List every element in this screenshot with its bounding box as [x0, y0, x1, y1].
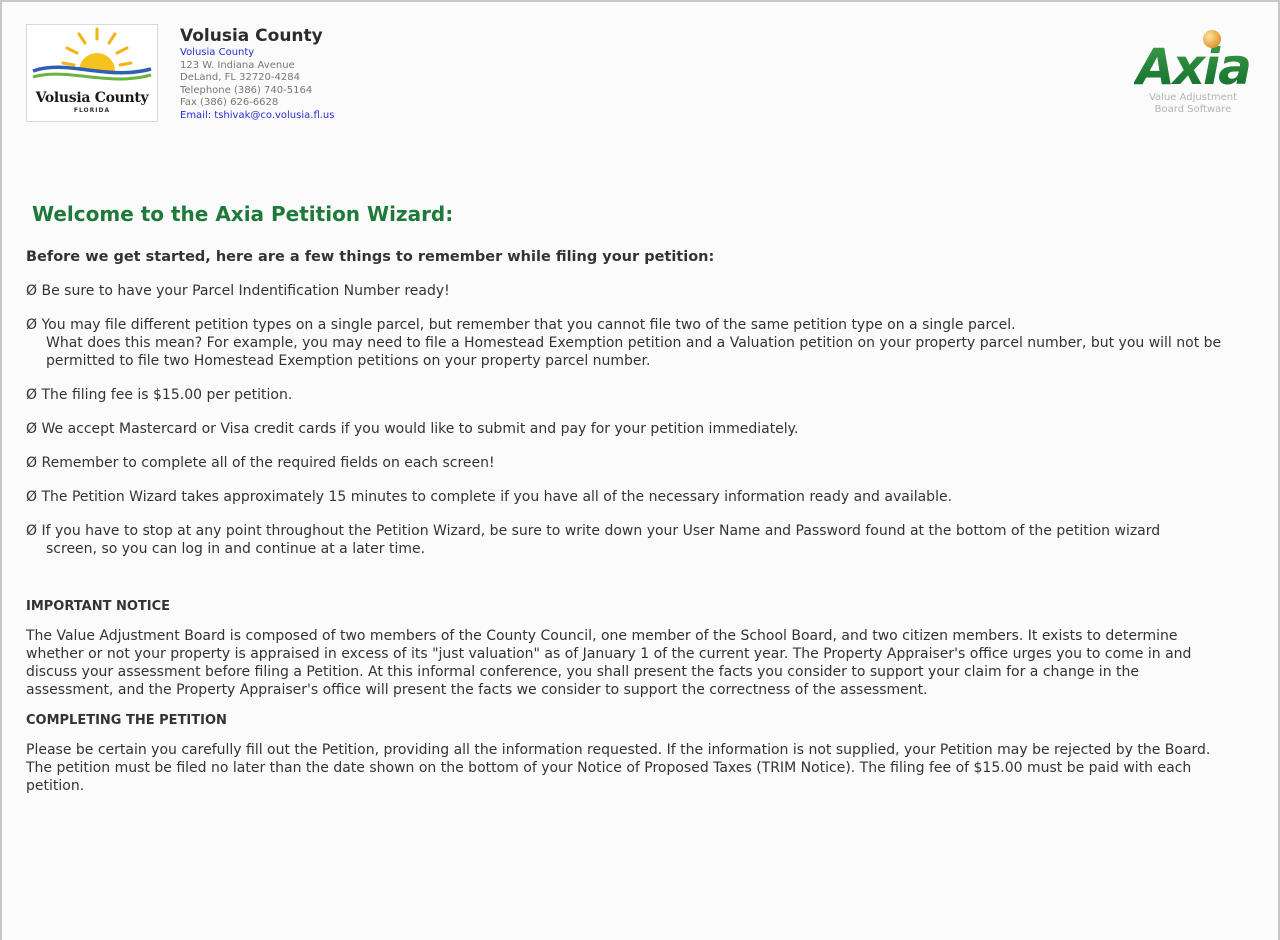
bullet-petition-types: Ø You may file different petition types … [26, 316, 1266, 370]
bullet-symbol: Ø [26, 455, 38, 471]
bullet-text: The Petition Wizard takes approximately … [41, 489, 953, 505]
notice-line: discuss your assessment before filing a … [26, 664, 1139, 680]
bullet-text: If you have to stop at any point through… [41, 523, 1161, 539]
bullet-detail-1: What does this mean? For example, you ma… [46, 335, 1222, 351]
important-notice-text: The Value Adjustment Board is composed o… [26, 627, 1266, 699]
completing-line: The petition must be filed no later than… [26, 760, 1192, 776]
telephone: Telephone (386) 740-5164 [180, 84, 313, 96]
logo-text: Volusia County [35, 90, 149, 106]
address-line-2: DeLand, FL 32720-4284 [180, 72, 300, 84]
county-name: Volusia County [180, 26, 323, 46]
wizard-instructions: Before we get started, here are a few th… [26, 248, 1266, 795]
bullet-symbol: Ø [26, 421, 38, 437]
axia-wordmark-text: Axia [1134, 38, 1250, 88]
page-frame: Volusia County FLORIDA Volusia County Vo… [0, 0, 1280, 940]
notice-line: whether or not your property is appraise… [26, 646, 1192, 662]
intro-text: Before we get started, here are a few th… [26, 249, 715, 265]
axia-tagline-1: Value Adjustment [1148, 92, 1238, 103]
axia-wordmark: Axia [1132, 30, 1252, 96]
bullet-required-fields: Ø Remember to complete all of the requir… [26, 454, 1266, 472]
email-link[interactable]: Email: tshivak@co.volusia.fl.us [180, 110, 334, 123]
notice-line: The Value Adjustment Board is composed o… [26, 628, 1178, 644]
bullet-symbol: Ø [26, 317, 38, 333]
county-contact-block: Volusia County Volusia County 123 W. Ind… [180, 26, 334, 123]
completing-petition-text: Please be certain you carefully fill out… [26, 741, 1266, 795]
bullet-symbol: Ø [26, 283, 38, 299]
notice-line: assessment, and the Property Appraiser's… [26, 682, 928, 698]
address-line-1: 123 W. Indiana Avenue [180, 59, 295, 71]
bullet-symbol: Ø [26, 523, 38, 539]
bullet-stop-and-resume: Ø If you have to stop at any point throu… [26, 522, 1266, 558]
volusia-county-logo: Volusia County FLORIDA [26, 24, 158, 122]
bullet-symbol: Ø [26, 489, 38, 505]
bullet-parcel-number: Ø Be sure to have your Parcel Indentific… [26, 282, 1266, 300]
bullet-text: Be sure to have your Parcel Indentificat… [41, 283, 450, 299]
bullet-detail-2: permitted to file two Homestead Exemptio… [46, 353, 651, 369]
bullet-credit-cards: Ø We accept Mastercard or Visa credit ca… [26, 420, 1266, 438]
completing-line: Please be certain you carefully fill out… [26, 742, 1211, 758]
completing-petition-heading: COMPLETING THE PETITION [26, 713, 227, 728]
sun-icon [32, 27, 152, 81]
fax: Fax (386) 626-6628 [180, 97, 279, 109]
county-link[interactable]: Volusia County [180, 47, 334, 60]
bullet-text: You may file different petition types on… [41, 317, 1016, 333]
important-notice-heading: IMPORTANT NOTICE [26, 599, 171, 614]
axia-tagline-2: Board Software [1154, 104, 1232, 115]
page-title: Welcome to the Axia Petition Wizard: [32, 202, 454, 226]
bullet-filing-fee: Ø The filing fee is $15.00 per petition. [26, 386, 1266, 404]
completing-line: petition. [26, 778, 85, 794]
bullet-text: Remember to complete all of the required… [41, 455, 495, 471]
bullet-text: We accept Mastercard or Visa credit card… [41, 421, 799, 437]
bullet-symbol: Ø [26, 387, 38, 403]
bullet-detail: screen, so you can log in and continue a… [46, 541, 426, 557]
axia-logo: Axia Value Adjustment Board Software [1132, 26, 1252, 116]
bullet-text: The filing fee is $15.00 per petition. [41, 387, 293, 403]
bullet-completion-time: Ø The Petition Wizard takes approximatel… [26, 488, 1266, 506]
logo-subtext: FLORIDA [73, 107, 111, 114]
